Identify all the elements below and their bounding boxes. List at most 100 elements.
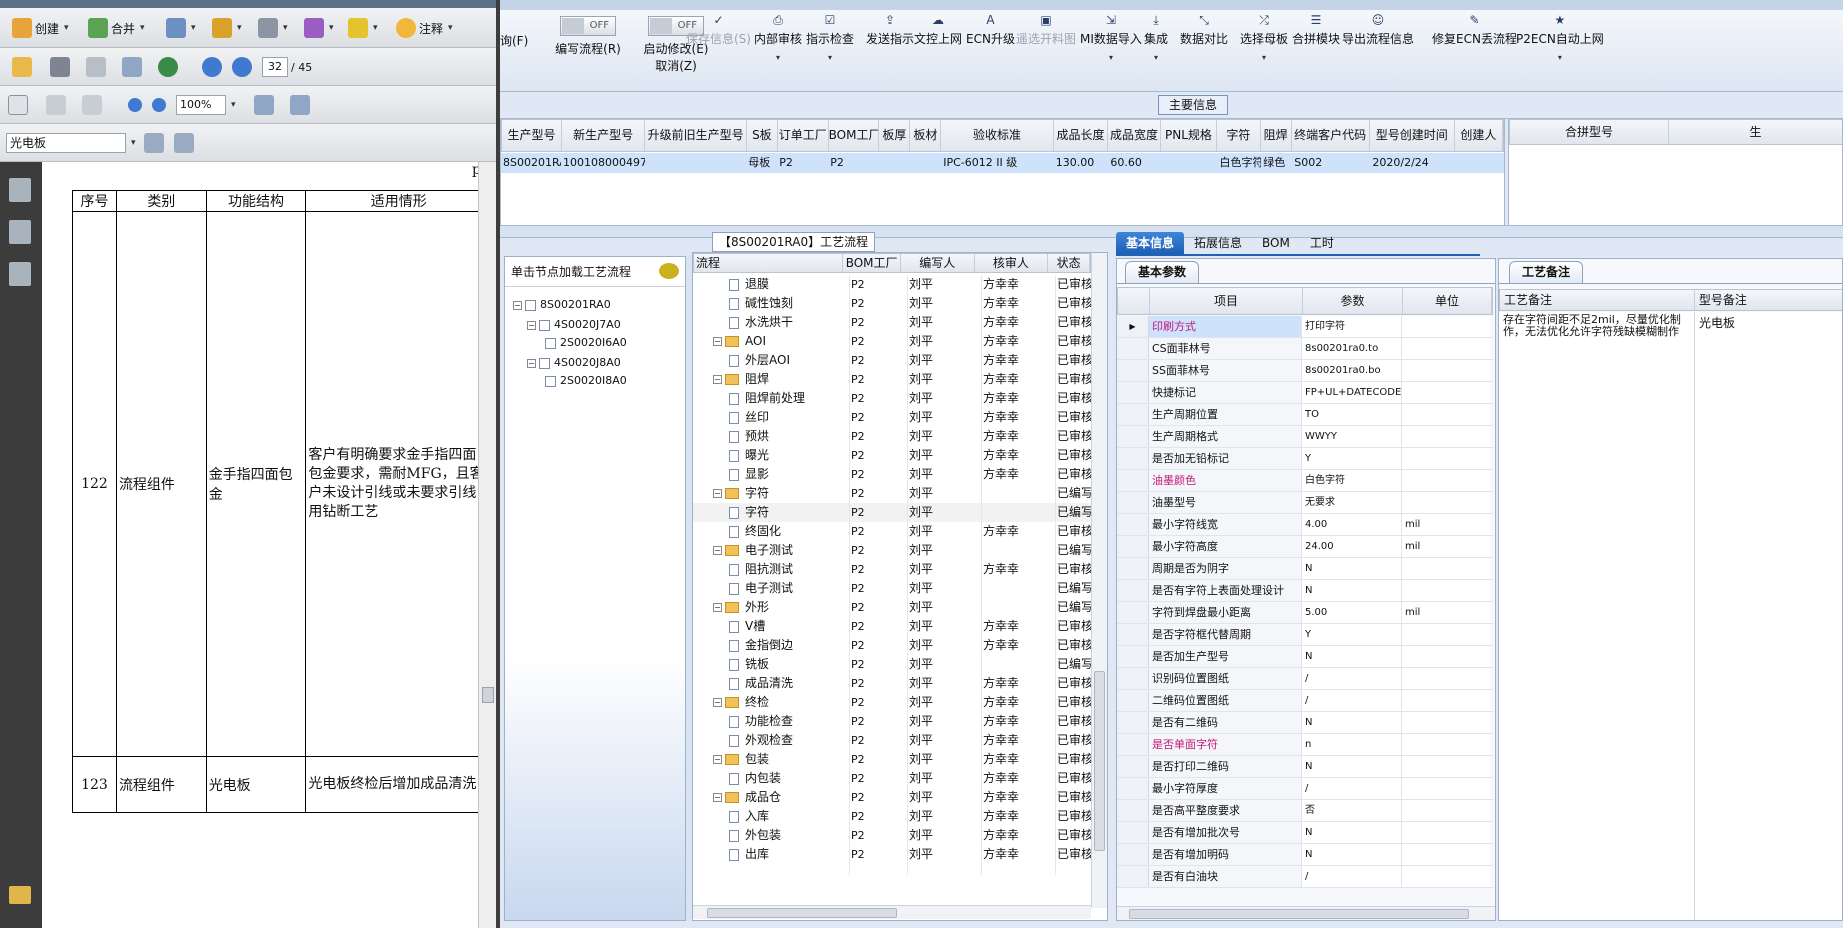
flow-row[interactable]: − AOI P2 刘平 方幸幸 已审核 (693, 332, 1091, 351)
param-value[interactable]: n (1302, 734, 1402, 755)
ribbon-button[interactable]: ✓ 保存信息(S) (686, 14, 751, 47)
collapse-icon[interactable]: − (513, 300, 522, 310)
param-value[interactable]: N (1302, 756, 1402, 777)
param-row[interactable]: 生产周期位置 TO (1117, 404, 1493, 426)
ribbon-button[interactable]: ☑ 指示检查 ▾ (806, 14, 854, 63)
write-flow-toggle[interactable]: OFF 编写流程(R) (548, 16, 628, 57)
model-note-text[interactable]: 光电板 (1695, 312, 1842, 920)
tree-node[interactable]: 2S0020I8A0 (545, 371, 627, 390)
flow-scroll-thumb[interactable] (1094, 671, 1105, 851)
select-tool-button[interactable] (8, 92, 28, 118)
email-button[interactable] (122, 54, 142, 80)
flow-row[interactable]: 退膜 P2 刘平 方幸幸 已审核 (693, 275, 1091, 294)
query-button[interactable]: 询(F) (500, 32, 528, 49)
basic-params-tab[interactable]: 基本参数 (1125, 261, 1200, 283)
flow-row[interactable]: 阻焊前处理 P2 刘平 方幸幸 已审核 (693, 389, 1091, 408)
ribbon-button[interactable]: ✎ 修复ECN丢流程 (1432, 14, 1517, 47)
param-row[interactable]: 是否字符框代替周期 Y (1117, 624, 1493, 646)
flow-row[interactable]: − 阻焊 P2 刘平 方幸幸 已审核 (693, 370, 1091, 389)
flow-row[interactable]: 金指倒边 P2 刘平 方幸幸 已审核 (693, 636, 1091, 655)
flow-row[interactable]: − 字符 P2 刘平 已编写 (693, 484, 1091, 503)
tab-bom[interactable]: BOM (1252, 232, 1300, 254)
ribbon-button[interactable]: ⤡ 数据对比 (1180, 14, 1228, 47)
param-row[interactable]: 周期是否为阴字 N (1117, 558, 1493, 580)
flow-row[interactable]: 铣板 P2 刘平 已编写 (693, 655, 1091, 674)
ribbon-button[interactable]: ☁ 文控上网 (914, 14, 962, 47)
ribbon-button[interactable]: ⤓ 集成 ▾ (1144, 14, 1168, 63)
flow-hscroll-thumb[interactable] (707, 908, 897, 918)
tree-node[interactable]: 2S0020I6A0 (545, 333, 627, 352)
web-button[interactable] (158, 54, 178, 80)
collapse-icon[interactable]: − (527, 358, 536, 368)
zoom-tool-button[interactable] (82, 92, 102, 118)
ribbon-button[interactable]: ⤮ 选择母板 ▾ (1240, 14, 1288, 63)
hand-tool-button[interactable] (46, 92, 66, 118)
flow-horizontal-scrollbar[interactable] (693, 905, 1091, 919)
flow-row[interactable]: V槽 P2 刘平 方幸幸 已审核 (693, 617, 1091, 636)
param-row[interactable]: 油墨颜色 白色字符 (1117, 470, 1493, 492)
process-notes-tab[interactable]: 工艺备注 (1509, 261, 1584, 283)
tab-basic-info[interactable]: 基本信息 (1116, 232, 1185, 254)
ribbon-button[interactable]: ★ P2ECN自动上网 ▾ (1516, 14, 1604, 63)
param-value[interactable]: N (1302, 558, 1402, 579)
tree-node[interactable]: − 4S0020J8A0 (527, 353, 621, 372)
param-row[interactable]: 是否打印二维码 N (1117, 756, 1493, 778)
param-value[interactable]: 8s00201ra0.to (1302, 338, 1402, 359)
param-value[interactable]: N (1302, 580, 1402, 601)
param-row[interactable]: 是否有白油块 / (1117, 866, 1493, 888)
collapse-icon[interactable]: − (713, 793, 722, 802)
ribbon-button[interactable]: ☰ 合拼模块 (1292, 14, 1340, 47)
params-hscroll-thumb[interactable] (1129, 909, 1469, 919)
flow-row[interactable]: 丝印 P2 刘平 方幸幸 已审核 (693, 408, 1091, 427)
param-row[interactable]: 是否有二维码 N (1117, 712, 1493, 734)
write-flow-switch[interactable]: OFF (560, 16, 616, 36)
search-prev-button[interactable] (144, 130, 164, 156)
param-row[interactable]: ▶ 印刷方式 打印字符 (1117, 316, 1493, 338)
param-row[interactable]: 字符到焊盘最小距离 5.00 mil (1117, 602, 1493, 624)
ribbon-button[interactable]: ▣ 遥选开料图 (1016, 14, 1076, 47)
collapse-icon[interactable]: − (713, 375, 722, 384)
param-value[interactable]: WWYY (1302, 426, 1402, 447)
sign-button[interactable] (258, 15, 288, 41)
process-note-text[interactable]: 存在字符间距不足2mil，尽量优化制作，无法优化允许字符残缺模糊制作 (1499, 312, 1695, 920)
param-value[interactable]: / (1302, 866, 1402, 887)
param-value[interactable]: 4.00 (1302, 514, 1402, 535)
zoom-out-button[interactable] (128, 92, 142, 118)
param-value[interactable]: 无要求 (1302, 492, 1402, 513)
main-grid-row[interactable]: 8S00201RA010010800049706 母板 P2 P2 IPC-6012 I… (501, 153, 1504, 173)
param-row[interactable]: CS面菲林号 8s00201ra0.to (1117, 338, 1493, 360)
flow-row[interactable]: − 电子测试 P2 刘平 已编写 (693, 541, 1091, 560)
signatures-panel-icon[interactable] (9, 262, 31, 286)
param-row[interactable]: 油墨型号 无要求 (1117, 492, 1493, 514)
collapse-icon[interactable]: − (713, 698, 722, 707)
param-row[interactable]: 二维码位置图纸 / (1117, 690, 1493, 712)
flow-row[interactable]: 预烘 P2 刘平 方幸幸 已审核 (693, 427, 1091, 446)
merge-button[interactable]: 合并 (88, 15, 145, 41)
comments-panel-icon[interactable] (9, 886, 31, 904)
flow-row[interactable]: 外包装 P2 刘平 方幸幸 已审核 (693, 826, 1091, 845)
collapse-icon[interactable]: − (713, 489, 722, 498)
bookmarks-panel-icon[interactable] (9, 220, 31, 244)
grid-splitter[interactable] (1504, 119, 1509, 225)
print-button[interactable] (50, 54, 70, 80)
param-row[interactable]: 是否单面字符 n (1117, 734, 1493, 756)
ribbon-button[interactable]: ⎙ 内部审核 ▾ (754, 14, 802, 63)
param-row[interactable]: 最小字符厚度 / (1117, 778, 1493, 800)
flow-row[interactable]: − 成品仓 P2 刘平 方幸幸 已审核 (693, 788, 1091, 807)
flow-row[interactable]: 内包装 P2 刘平 方幸幸 已审核 (693, 769, 1091, 788)
chat-bubble-icon[interactable] (659, 263, 679, 279)
param-value[interactable]: N (1302, 646, 1402, 667)
param-row[interactable]: 是否有增加批次号 N (1117, 822, 1493, 844)
flow-row[interactable]: 电子测试 P2 刘平 已编写 (693, 579, 1091, 598)
flow-row[interactable]: 水洗烘干 P2 刘平 方幸幸 已审核 (693, 313, 1091, 332)
param-row[interactable]: 生产周期格式 WWYY (1117, 426, 1493, 448)
search-input[interactable]: 光电板 (6, 133, 126, 153)
param-row[interactable]: 识别码位置图纸 / (1117, 668, 1493, 690)
flow-row[interactable]: 入库 P2 刘平 方幸幸 已审核 (693, 807, 1091, 826)
pdf-vertical-scrollbar[interactable] (478, 162, 496, 928)
param-value[interactable]: / (1302, 778, 1402, 799)
param-value[interactable]: 8s00201ra0.bo (1302, 360, 1402, 381)
secure-button[interactable] (212, 15, 242, 41)
param-value[interactable]: 5.00 (1302, 602, 1402, 623)
param-value[interactable]: TO (1302, 404, 1402, 425)
